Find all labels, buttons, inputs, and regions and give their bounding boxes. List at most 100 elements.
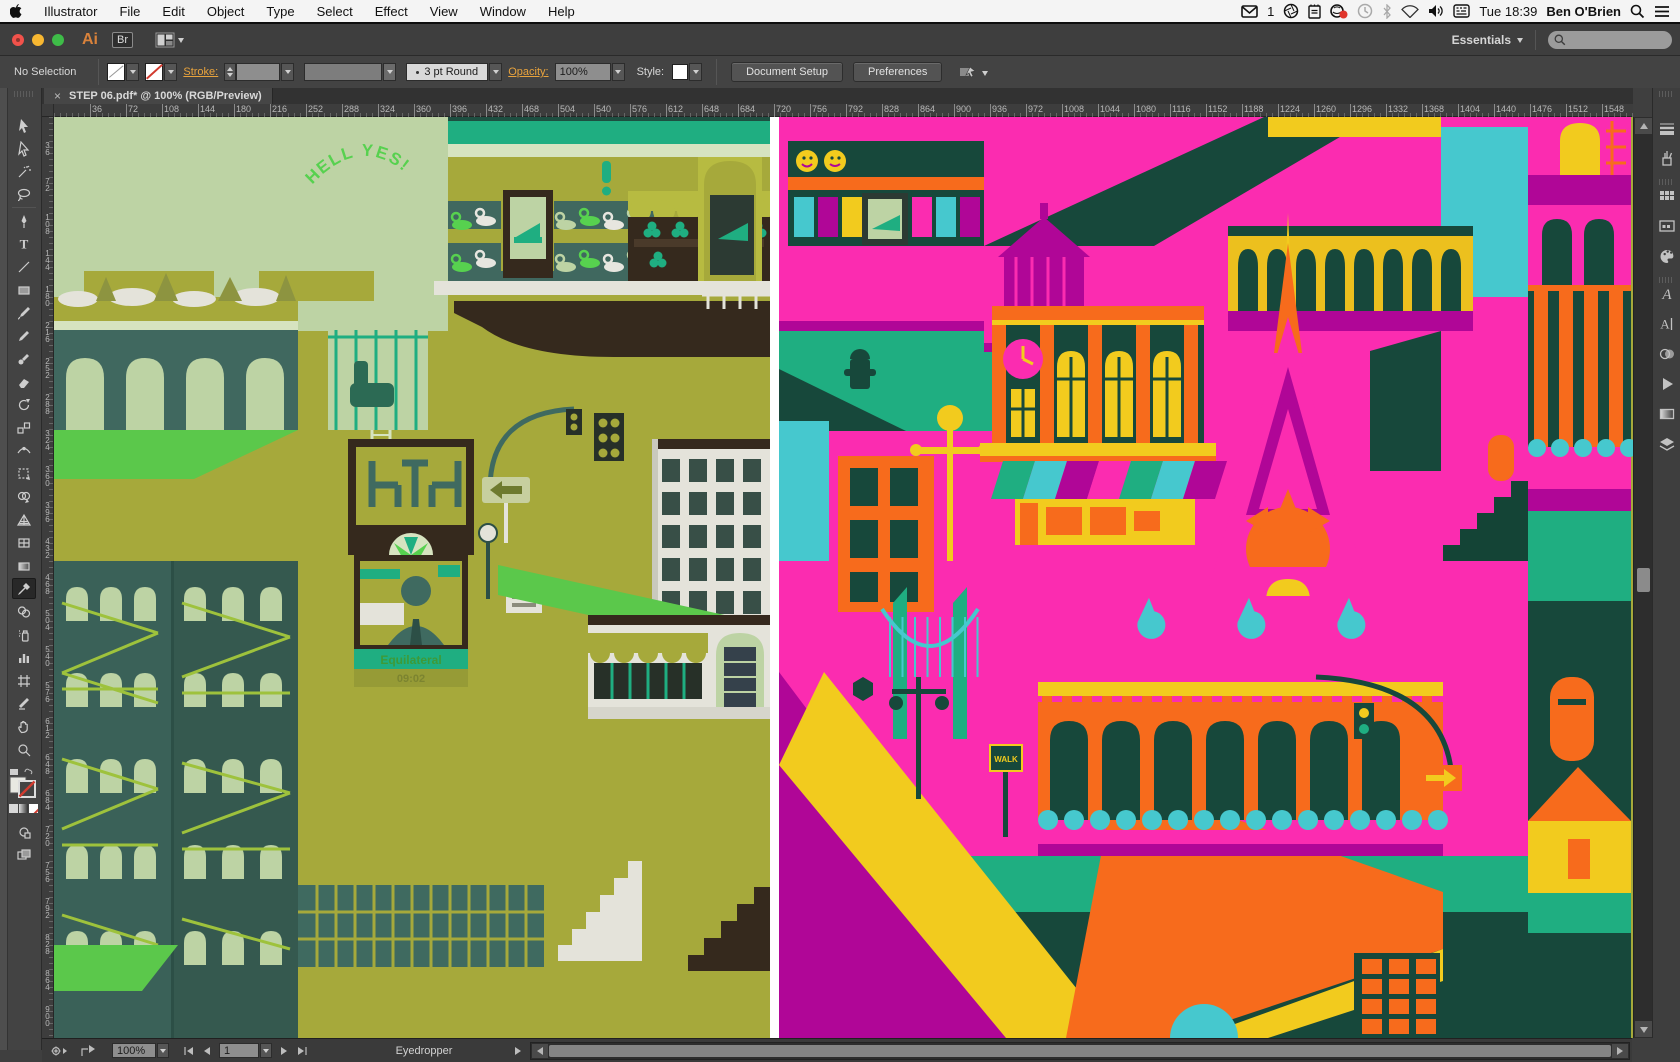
width-profile-dropdown[interactable] xyxy=(383,63,396,81)
direct-selection-tool[interactable] xyxy=(12,138,36,159)
stroke-panel-link[interactable]: Stroke: xyxy=(183,66,218,78)
wifi-icon[interactable] xyxy=(1401,5,1419,18)
horizontal-ruler[interactable]: 3672108144180216252288324360396432468504… xyxy=(42,104,1633,117)
horizontal-scroll-thumb[interactable] xyxy=(549,1045,1611,1057)
canvas-artwork[interactable]: HELL YES! xyxy=(54,117,1633,1038)
shape-builder-tool[interactable] xyxy=(12,486,36,507)
memory-icon[interactable] xyxy=(1308,4,1321,19)
zoom-level-field[interactable]: 100% xyxy=(112,1043,156,1058)
spotlight-icon[interactable] xyxy=(1630,4,1645,19)
menu-item-file[interactable]: File xyxy=(108,4,151,19)
stroke-weight-stepper[interactable] xyxy=(224,63,236,81)
dock-group-handle[interactable] xyxy=(1659,277,1674,283)
symbol-sprayer-tool[interactable] xyxy=(12,624,36,645)
slice-tool[interactable] xyxy=(12,693,36,714)
zoom-level-dropdown[interactable] xyxy=(157,1043,169,1058)
brushes-panel-icon[interactable] xyxy=(1657,148,1677,168)
stroke-weight-dropdown[interactable] xyxy=(281,63,294,81)
column-graph-tool[interactable] xyxy=(12,647,36,668)
rotate-tool[interactable] xyxy=(12,394,36,415)
glyphs-panel-icon[interactable]: A xyxy=(1657,284,1677,304)
transparency-panel-icon[interactable] xyxy=(1657,344,1677,364)
menu-item-edit[interactable]: Edit xyxy=(151,4,195,19)
symbols-panel-icon[interactable] xyxy=(1657,216,1677,236)
fill-dropdown[interactable] xyxy=(126,63,139,81)
artboard-tool[interactable] xyxy=(12,670,36,691)
menu-item-select[interactable]: Select xyxy=(306,4,364,19)
screen-mode-button[interactable] xyxy=(12,844,36,865)
volume-icon[interactable] xyxy=(1428,4,1444,18)
sync-recording-icon[interactable] xyxy=(1330,4,1348,19)
selection-tool[interactable] xyxy=(12,115,36,136)
paintbrush-tool[interactable] xyxy=(12,302,36,323)
menu-item-object[interactable]: Object xyxy=(196,4,256,19)
last-artboard-button[interactable] xyxy=(296,1046,308,1056)
swatches-panel-icon[interactable] xyxy=(1657,186,1677,206)
zoom-window-button[interactable] xyxy=(52,34,64,46)
style-dropdown[interactable] xyxy=(689,63,702,81)
dock-group-handle[interactable] xyxy=(1659,179,1674,185)
share-icon[interactable] xyxy=(80,1044,98,1058)
apple-icon[interactable] xyxy=(0,4,33,19)
horizontal-scrollbar[interactable] xyxy=(530,1042,1630,1060)
type-tool[interactable]: T xyxy=(12,233,36,254)
mail-icon[interactable] xyxy=(1241,5,1258,18)
dock-handle[interactable] xyxy=(1659,91,1674,97)
brush-definition-field[interactable]: 3 pt Round xyxy=(406,63,488,81)
ruler-origin-corner[interactable] xyxy=(42,104,54,117)
width-tool[interactable] xyxy=(12,440,36,461)
lasso-tool[interactable] xyxy=(12,184,36,205)
pen-tool[interactable] xyxy=(12,210,36,231)
stroke-panel-icon[interactable] xyxy=(1657,118,1677,138)
first-artboard-button[interactable] xyxy=(183,1046,195,1056)
opacity-field[interactable]: 100% xyxy=(555,63,611,81)
previous-artboard-button[interactable] xyxy=(203,1046,211,1056)
blob-brush-tool[interactable] xyxy=(12,348,36,369)
notification-center-icon[interactable] xyxy=(1654,5,1670,18)
user-menu[interactable]: Ben O'Brien xyxy=(1546,4,1621,19)
menu-item-illustrator[interactable]: Illustrator xyxy=(33,4,108,19)
menu-item-effect[interactable]: Effect xyxy=(364,4,419,19)
eyedropper-tool[interactable] xyxy=(12,578,36,599)
menu-item-window[interactable]: Window xyxy=(469,4,537,19)
stroke-weight-field[interactable] xyxy=(236,63,280,81)
line-segment-tool[interactable] xyxy=(12,256,36,277)
menu-clock[interactable]: Tue 18:39 xyxy=(1479,4,1537,19)
perspective-grid-tool[interactable] xyxy=(12,509,36,530)
panel-edge[interactable] xyxy=(0,88,8,1050)
search-input[interactable] xyxy=(1566,32,1666,47)
fill-stroke-controls[interactable] xyxy=(9,768,37,798)
style-swatch[interactable] xyxy=(672,64,688,80)
zoom-tool[interactable] xyxy=(12,739,36,760)
workspace-switcher[interactable]: Essentials xyxy=(1452,33,1523,47)
document-setup-button[interactable]: Document Setup xyxy=(731,62,843,82)
actions-panel-icon[interactable] xyxy=(1657,374,1677,394)
scroll-up-button[interactable] xyxy=(1635,118,1652,134)
artwork-illustration[interactable]: HELL YES! xyxy=(54,117,1633,1038)
artboard-dropdown[interactable] xyxy=(260,1043,272,1058)
tools-panel-handle[interactable] xyxy=(14,91,35,97)
lens-icon[interactable] xyxy=(1283,3,1299,19)
layers-panel-icon[interactable] xyxy=(1657,434,1677,454)
magic-wand-tool[interactable] xyxy=(12,161,36,182)
document-tab[interactable]: × STEP 06.pdf* @ 100% (RGB/Preview) xyxy=(44,88,273,104)
brush-definition-dropdown[interactable] xyxy=(489,63,502,81)
menu-item-help[interactable]: Help xyxy=(537,4,586,19)
scroll-right-button[interactable] xyxy=(1612,1044,1628,1058)
stroke-color-dropdown[interactable] xyxy=(164,63,177,81)
gradient-panel-icon[interactable] xyxy=(1657,404,1677,424)
go-to-bridge-button[interactable]: Br xyxy=(112,32,133,48)
menu-item-view[interactable]: View xyxy=(419,4,469,19)
color-mode-buttons[interactable] xyxy=(9,804,38,813)
free-transform-tool[interactable] xyxy=(12,463,36,484)
vertical-ruler[interactable]: 3672108144180216252288324360396432468504… xyxy=(42,117,54,1038)
artboard-number-field[interactable]: 1 xyxy=(219,1043,259,1058)
scale-tool[interactable] xyxy=(12,417,36,438)
minimize-window-button[interactable] xyxy=(32,34,44,46)
mesh-tool[interactable] xyxy=(12,532,36,553)
paragraph-panel-icon[interactable]: A xyxy=(1657,314,1677,334)
scroll-down-button[interactable] xyxy=(1635,1021,1652,1037)
drawing-modes-button[interactable] xyxy=(12,821,36,842)
close-tab-icon[interactable]: × xyxy=(54,89,61,103)
vertical-scroll-thumb[interactable] xyxy=(1637,568,1650,592)
